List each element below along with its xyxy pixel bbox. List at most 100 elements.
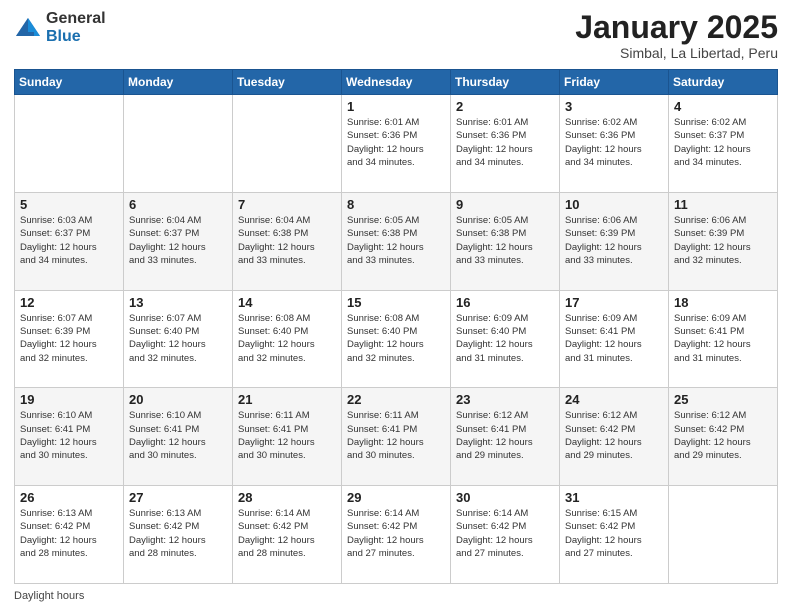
logo-general: General [46,10,106,28]
day-number: 10 [565,197,663,212]
day-number: 19 [20,392,118,407]
day-number: 1 [347,99,445,114]
week-row-3: 12 Sunrise: 6:07 AM Sunset: 6:39 PM Dayli… [15,290,778,388]
day-number: 12 [20,295,118,310]
day-number: 16 [456,295,554,310]
day-number: 17 [565,295,663,310]
day-info: Sunrise: 6:06 AM Sunset: 6:39 PM Dayligh… [565,214,663,267]
day-number: 29 [347,490,445,505]
day-cell-9: 9Sunrise: 6:05 AM Sunset: 6:38 PM Daylig… [451,192,560,290]
day-cell-18: 18Sunrise: 6:09 AM Sunset: 6:41 PM Dayli… [669,290,778,388]
logo-text: General Blue [46,10,106,45]
day-info: Sunrise: 6:09 AM Sunset: 6:41 PM Dayligh… [674,312,772,365]
day-info: Sunrise: 6:07 AM Sunset: 6:40 PM Dayligh… [129,312,227,365]
day-info: Sunrise: 6:13 AM Sunset: 6:42 PM Dayligh… [20,507,118,560]
day-info: Sunrise: 6:12 AM Sunset: 6:41 PM Dayligh… [456,409,554,462]
weekday-header-sunday: Sunday [15,70,124,95]
day-cell-29: 29 Sunrise: 6:14 AM Sunset: 6:42 PM Dayli… [342,486,451,584]
weekday-header-row: SundayMondayTuesdayWednesdayThursdayFrid… [15,70,778,95]
day-cell-16: 16Sunrise: 6:09 AM Sunset: 6:40 PM Dayli… [451,290,560,388]
day-cell-19: 19 Sunrise: 6:10 AM Sunset: 6:41 PM Dayli… [15,388,124,486]
day-number: 26 [20,490,118,505]
day-cell-21: 21 Sunrise: 6:11 AM Sunset: 6:41 PM Dayli… [233,388,342,486]
day-number: 30 [456,490,554,505]
day-info: Sunrise: 6:11 AM Sunset: 6:41 PM Dayligh… [238,409,336,462]
logo-blue: Blue [46,28,106,46]
day-info: Sunrise: 6:04 AM Sunset: 6:37 PM Dayligh… [129,214,227,267]
empty-cell [233,95,342,193]
day-cell-23: 23 Sunrise: 6:12 AM Sunset: 6:41 PM Dayli… [451,388,560,486]
weekday-header-monday: Monday [124,70,233,95]
empty-cell [669,486,778,584]
day-number: 23 [456,392,554,407]
calendar-table: SundayMondayTuesdayWednesdayThursdayFrid… [14,69,778,584]
weekday-header-tuesday: Tuesday [233,70,342,95]
day-info: Sunrise: 6:11 AM Sunset: 6:41 PM Dayligh… [347,409,445,462]
day-cell-7: 7 Sunrise: 6:04 AM Sunset: 6:38 PM Daylig… [233,192,342,290]
day-info: Sunrise: 6:04 AM Sunset: 6:38 PM Dayligh… [238,214,336,267]
weekday-header-saturday: Saturday [669,70,778,95]
day-number: 5 [20,197,118,212]
day-cell-10: 10 Sunrise: 6:06 AM Sunset: 6:39 PM Dayli… [560,192,669,290]
day-cell-1: 1 Sunrise: 6:01 AM Sunset: 6:36 PM Daylig… [342,95,451,193]
day-info: Sunrise: 6:12 AM Sunset: 6:42 PM Dayligh… [565,409,663,462]
day-info: Sunrise: 6:03 AM Sunset: 6:37 PM Dayligh… [20,214,118,267]
day-number: 25 [674,392,772,407]
day-info: Sunrise: 6:13 AM Sunset: 6:42 PM Dayligh… [129,507,227,560]
day-number: 21 [238,392,336,407]
day-info: Sunrise: 6:02 AM Sunset: 6:36 PM Dayligh… [565,116,663,169]
day-info: Sunrise: 6:01 AM Sunset: 6:36 PM Dayligh… [347,116,445,169]
day-cell-3: 3Sunrise: 6:02 AM Sunset: 6:36 PM Daylig… [560,95,669,193]
day-info: Sunrise: 6:05 AM Sunset: 6:38 PM Dayligh… [347,214,445,267]
day-number: 28 [238,490,336,505]
day-info: Sunrise: 6:02 AM Sunset: 6:37 PM Dayligh… [674,116,772,169]
day-number: 13 [129,295,227,310]
day-number: 20 [129,392,227,407]
logo-icon [14,14,42,42]
week-row-2: 5 Sunrise: 6:03 AM Sunset: 6:37 PM Daylig… [15,192,778,290]
week-row-4: 19 Sunrise: 6:10 AM Sunset: 6:41 PM Dayli… [15,388,778,486]
day-cell-2: 2 Sunrise: 6:01 AM Sunset: 6:36 PM Daylig… [451,95,560,193]
day-number: 24 [565,392,663,407]
weekday-header-wednesday: Wednesday [342,70,451,95]
day-number: 22 [347,392,445,407]
day-info: Sunrise: 6:09 AM Sunset: 6:41 PM Dayligh… [565,312,663,365]
empty-cell [124,95,233,193]
day-number: 11 [674,197,772,212]
day-cell-12: 12 Sunrise: 6:07 AM Sunset: 6:39 PM Dayli… [15,290,124,388]
day-info: Sunrise: 6:07 AM Sunset: 6:39 PM Dayligh… [20,312,118,365]
day-cell-20: 20Sunrise: 6:10 AM Sunset: 6:41 PM Dayli… [124,388,233,486]
day-info: Sunrise: 6:06 AM Sunset: 6:39 PM Dayligh… [674,214,772,267]
day-cell-31: 31Sunrise: 6:15 AM Sunset: 6:42 PM Dayli… [560,486,669,584]
day-info: Sunrise: 6:01 AM Sunset: 6:36 PM Dayligh… [456,116,554,169]
day-cell-17: 17 Sunrise: 6:09 AM Sunset: 6:41 PM Dayli… [560,290,669,388]
day-info: Sunrise: 6:14 AM Sunset: 6:42 PM Dayligh… [238,507,336,560]
day-cell-14: 14 Sunrise: 6:08 AM Sunset: 6:40 PM Dayli… [233,290,342,388]
page: General Blue January 2025 Simbal, La Lib… [0,0,792,612]
calendar-subtitle: Simbal, La Libertad, Peru [575,45,778,61]
day-number: 2 [456,99,554,114]
day-info: Sunrise: 6:14 AM Sunset: 6:42 PM Dayligh… [347,507,445,560]
empty-cell [15,95,124,193]
day-cell-30: 30 Sunrise: 6:14 AM Sunset: 6:42 PM Dayli… [451,486,560,584]
day-info: Sunrise: 6:10 AM Sunset: 6:41 PM Dayligh… [20,409,118,462]
day-number: 9 [456,197,554,212]
footer: Daylight hours [14,590,778,602]
footer-label: Daylight hours [14,590,84,602]
day-number: 6 [129,197,227,212]
day-cell-6: 6 Sunrise: 6:04 AM Sunset: 6:37 PM Daylig… [124,192,233,290]
day-cell-24: 24 Sunrise: 6:12 AM Sunset: 6:42 PM Dayli… [560,388,669,486]
day-number: 7 [238,197,336,212]
day-info: Sunrise: 6:14 AM Sunset: 6:42 PM Dayligh… [456,507,554,560]
day-info: Sunrise: 6:15 AM Sunset: 6:42 PM Dayligh… [565,507,663,560]
day-info: Sunrise: 6:12 AM Sunset: 6:42 PM Dayligh… [674,409,772,462]
day-cell-15: 15Sunrise: 6:08 AM Sunset: 6:40 PM Dayli… [342,290,451,388]
day-cell-28: 28 Sunrise: 6:14 AM Sunset: 6:42 PM Dayli… [233,486,342,584]
logo: General Blue [14,10,106,45]
day-number: 14 [238,295,336,310]
day-info: Sunrise: 6:08 AM Sunset: 6:40 PM Dayligh… [238,312,336,365]
day-info: Sunrise: 6:08 AM Sunset: 6:40 PM Dayligh… [347,312,445,365]
week-row-1: 1 Sunrise: 6:01 AM Sunset: 6:36 PM Daylig… [15,95,778,193]
calendar-title: January 2025 [575,10,778,45]
weekday-header-friday: Friday [560,70,669,95]
